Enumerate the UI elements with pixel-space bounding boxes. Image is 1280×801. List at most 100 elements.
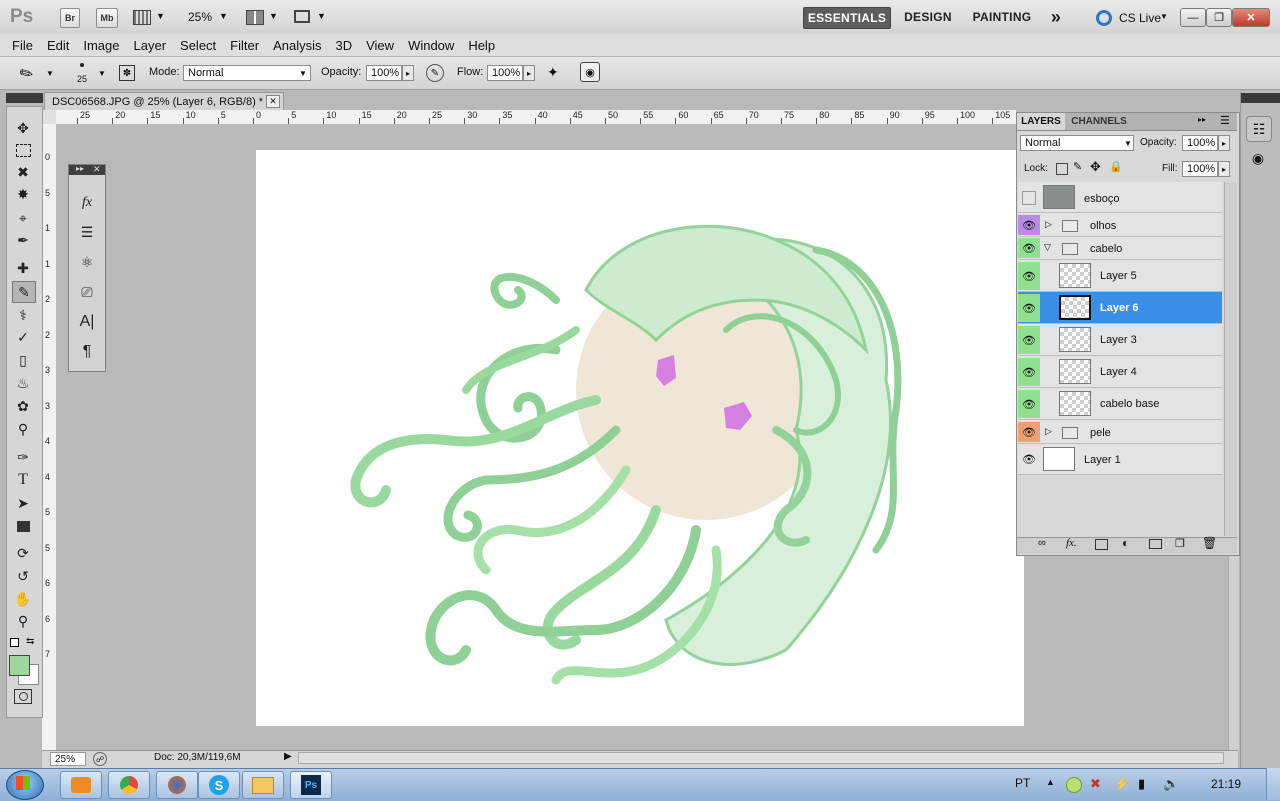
paragraph-icon[interactable]: ¶ bbox=[76, 342, 98, 362]
brush-panel-icon[interactable]: ✽ bbox=[119, 65, 135, 81]
menu-view[interactable]: View bbox=[359, 38, 401, 53]
pen-tool-icon[interactable]: ✑ bbox=[12, 447, 34, 467]
tab-layers[interactable]: LAYERS bbox=[1017, 113, 1065, 130]
taskbar-firefox[interactable] bbox=[156, 771, 198, 799]
menu-select[interactable]: Select bbox=[173, 38, 223, 53]
layer-opacity-field[interactable]: 100% bbox=[1182, 135, 1218, 151]
lock-all-icon[interactable]: 🔒 bbox=[1109, 160, 1123, 173]
history-brush-tool-icon[interactable]: ✓ bbox=[12, 327, 34, 347]
healing-brush-tool-icon[interactable]: ✚ bbox=[12, 258, 34, 278]
cs-live-button[interactable]: CS Live bbox=[1119, 11, 1161, 25]
opacity-slider-button[interactable]: ▸ bbox=[402, 65, 414, 81]
eyedropper-tool-icon[interactable]: ✒ bbox=[12, 230, 34, 250]
bridge-button[interactable]: Br bbox=[60, 8, 80, 28]
flow-slider-button[interactable]: ▸ bbox=[523, 65, 535, 81]
new-adjustment-layer-icon[interactable]: ◐ bbox=[1122, 536, 1129, 550]
arrange-documents-icon[interactable] bbox=[246, 10, 264, 25]
chevron-down-icon[interactable]: ▼ bbox=[219, 11, 228, 21]
menu-analysis[interactable]: Analysis bbox=[266, 38, 328, 53]
tools-panel-grip[interactable] bbox=[6, 93, 43, 103]
dock-grip[interactable] bbox=[1241, 93, 1280, 103]
taskbar-photoshop[interactable]: Ps bbox=[290, 771, 332, 799]
workspace-painting[interactable]: PAINTING bbox=[968, 7, 1036, 27]
flow-field[interactable]: 100% bbox=[487, 65, 523, 81]
mini-bridge-button[interactable]: Mb bbox=[96, 8, 118, 28]
menu-layer[interactable]: Layer bbox=[127, 38, 174, 53]
blend-mode-select[interactable]: Normal bbox=[1020, 135, 1134, 151]
foreground-color-swatch[interactable] bbox=[9, 655, 30, 676]
chevron-down-icon[interactable]: ▼ bbox=[317, 11, 326, 21]
menu-edit[interactable]: Edit bbox=[40, 38, 76, 53]
menu-file[interactable]: File bbox=[5, 38, 40, 53]
status-menu-arrow-icon[interactable]: ▶ bbox=[284, 751, 292, 762]
chevron-down-icon[interactable]: ▼ bbox=[1124, 139, 1132, 148]
menu-filter[interactable]: Filter bbox=[223, 38, 266, 53]
menu-image[interactable]: Image bbox=[76, 38, 126, 53]
collapse-icon[interactable]: ▸▸ bbox=[76, 164, 84, 173]
layer-opacity-slider-button[interactable]: ▸ bbox=[1218, 135, 1230, 151]
chevron-down-icon[interactable]: ▼ bbox=[46, 69, 54, 78]
minimize-button[interactable]: — bbox=[1180, 8, 1206, 27]
airbrush-icon[interactable]: ✦ bbox=[547, 64, 559, 81]
workspace-design[interactable]: DESIGN bbox=[900, 7, 956, 27]
eye-icon[interactable]: 👁 bbox=[1018, 294, 1040, 322]
menu-3d[interactable]: 3D bbox=[328, 38, 359, 53]
taskbar-skype[interactable]: S bbox=[198, 771, 240, 799]
3d-orbit-tool-icon[interactable]: ↺ bbox=[12, 566, 34, 586]
ruler-origin[interactable] bbox=[42, 110, 57, 125]
chevron-down-icon[interactable]: ▼ bbox=[98, 69, 106, 78]
dodge-tool-icon[interactable]: ⚲ bbox=[12, 419, 34, 439]
actions-icon[interactable]: ⎚ bbox=[76, 282, 98, 302]
screen-mode-icon[interactable] bbox=[294, 10, 310, 23]
status-info-icon[interactable]: ☍ bbox=[93, 752, 107, 766]
cs-live-icon[interactable] bbox=[1096, 10, 1112, 26]
rectangle-tool-icon[interactable] bbox=[12, 516, 34, 536]
type-tool-icon[interactable]: T bbox=[12, 470, 34, 490]
marquee-tool-icon[interactable] bbox=[12, 140, 34, 160]
panel-menu-icon[interactable]: ☰ bbox=[1220, 114, 1230, 127]
view-extras-icon[interactable] bbox=[133, 10, 151, 25]
zoom-level[interactable]: 25% bbox=[188, 10, 212, 24]
add-mask-icon[interactable] bbox=[1095, 539, 1108, 550]
3d-rotate-tool-icon[interactable]: ⟳ bbox=[12, 543, 34, 563]
eye-icon[interactable]: 👁 bbox=[1018, 262, 1040, 290]
eye-icon[interactable]: 👁 bbox=[1018, 238, 1040, 258]
close-icon[interactable]: ✕ bbox=[93, 164, 101, 175]
adjustments-icon[interactable]: ☰ bbox=[76, 222, 98, 242]
expand-triangle-icon[interactable]: ▷ bbox=[1045, 426, 1052, 437]
paint-bucket-tool-icon[interactable]: ♨ bbox=[12, 373, 34, 393]
brush-tool-icon[interactable]: ✎ bbox=[12, 281, 36, 303]
quick-selection-tool-icon[interactable]: ✸ bbox=[12, 184, 34, 204]
eye-icon[interactable]: 👁 bbox=[1018, 215, 1040, 235]
default-colors-icon[interactable] bbox=[10, 638, 19, 647]
swap-colors-icon[interactable]: ⇆ bbox=[26, 636, 34, 647]
layers-dock-icon[interactable]: ☷ bbox=[1246, 116, 1272, 142]
close-document-icon[interactable]: ✕ bbox=[266, 95, 280, 108]
clone-source-icon[interactable]: ⚛ bbox=[76, 252, 98, 272]
horizontal-ruler[interactable]: 25 20 15 10 5 0 5 10 15 20 25 30 35 40 45 50 55 60 65 70 75 8… bbox=[56, 110, 1016, 125]
chevron-down-icon[interactable]: ▼ bbox=[299, 69, 307, 78]
vertical-scrollbar[interactable] bbox=[1228, 556, 1239, 750]
add-layer-style-icon[interactable]: fx. bbox=[1066, 537, 1077, 549]
tray-app-icon[interactable] bbox=[1066, 777, 1082, 793]
layer-styles-icon[interactable]: fx bbox=[76, 193, 98, 213]
menu-window[interactable]: Window bbox=[401, 38, 461, 53]
chevron-down-icon[interactable]: ▼ bbox=[1160, 12, 1168, 21]
tray-network-blocked-icon[interactable]: ✖ bbox=[1090, 776, 1101, 792]
lock-image-icon[interactable]: ✎ bbox=[1073, 160, 1082, 173]
crop-tool-icon[interactable]: ⌖ bbox=[12, 208, 34, 228]
close-button[interactable]: ✕ bbox=[1232, 8, 1270, 27]
clone-stamp-tool-icon[interactable]: ⚕ bbox=[12, 305, 34, 325]
brush-dot-icon[interactable] bbox=[80, 63, 84, 67]
eye-icon[interactable]: 👁 bbox=[1018, 422, 1040, 442]
pressure-opacity-icon[interactable]: ✎ bbox=[426, 64, 444, 82]
new-group-icon[interactable] bbox=[1149, 539, 1162, 549]
taskbar-explorer[interactable] bbox=[242, 771, 284, 799]
taskbar-chrome[interactable] bbox=[108, 771, 150, 799]
hand-tool-icon[interactable]: ✋ bbox=[12, 589, 34, 609]
tray-power-icon[interactable]: ⚡ bbox=[1114, 776, 1130, 792]
horizontal-scrollbar[interactable] bbox=[298, 752, 1224, 764]
document-tab[interactable]: DSC06568.JPG @ 25% (Layer 6, RGB/8) * bbox=[44, 92, 284, 110]
move-tool-icon[interactable]: ✥ bbox=[12, 118, 34, 138]
workspace-essentials[interactable]: ESSENTIALS bbox=[803, 7, 891, 29]
